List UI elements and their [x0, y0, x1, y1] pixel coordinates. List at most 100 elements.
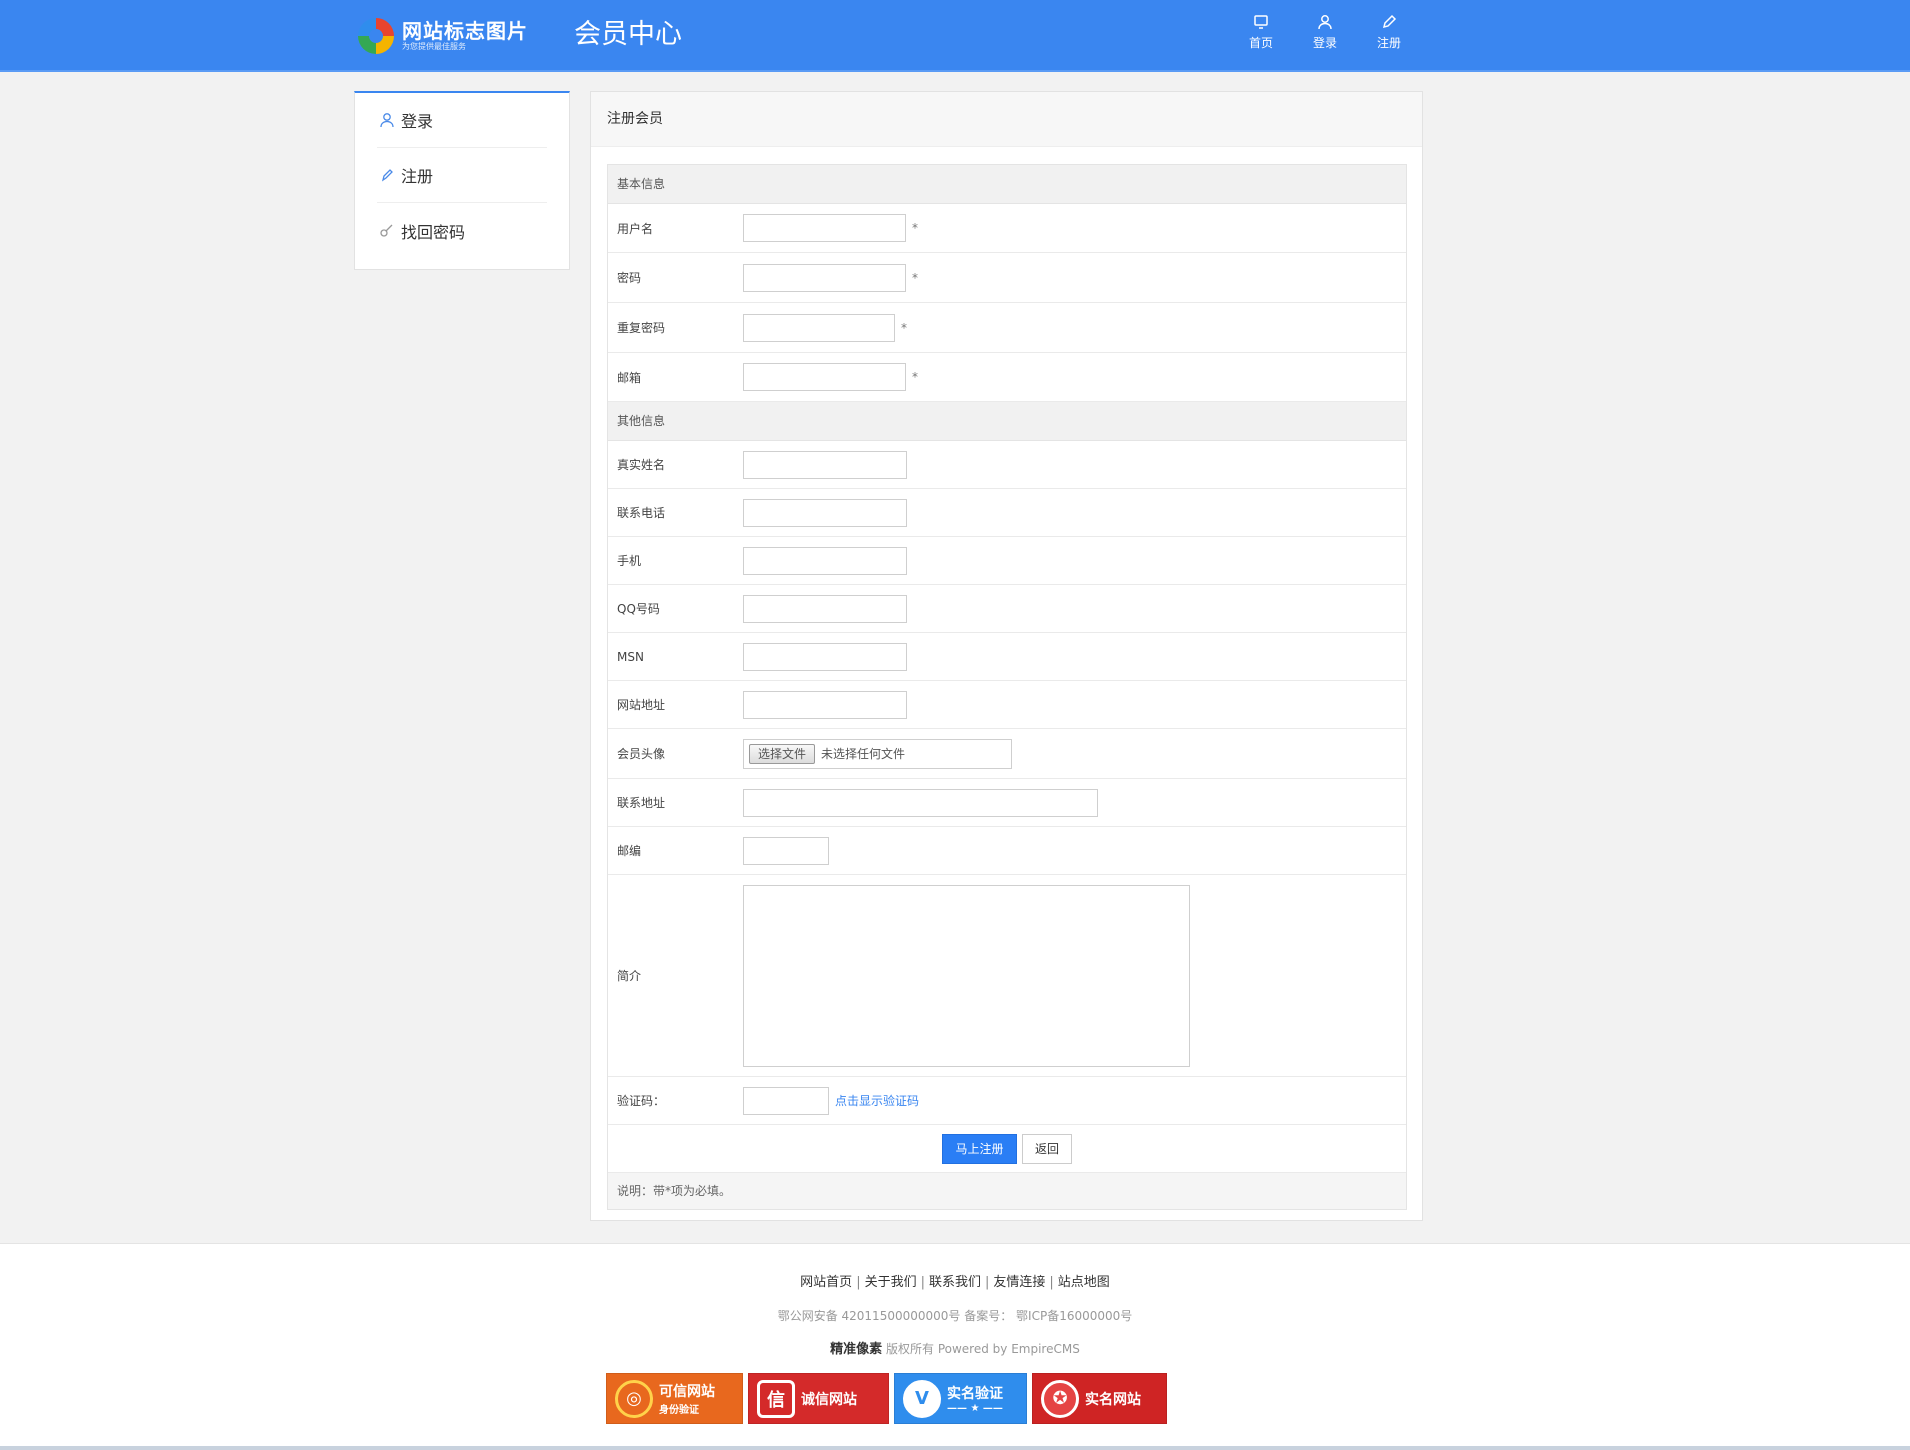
key-icon — [380, 224, 393, 237]
register-submit-button[interactable]: 马上注册 — [942, 1133, 1017, 1164]
show-captcha-link[interactable]: 点击显示验证码 — [835, 1092, 919, 1109]
footer-link-sitemap[interactable]: 站点地图 — [1058, 1275, 1110, 1290]
badge-real-name-verified[interactable]: V 实名验证 —— ★ —— — [894, 1373, 1027, 1424]
footer-icp: 鄂公网安备 42011500000000号 备案号： 鄂ICP备16000000… — [777, 1309, 1133, 1323]
footer: 网站首页 | 关于我们 | 联系我们 | 友情连接 | 站点地图 鄂公网安备 420115000… — [0, 1243, 1910, 1450]
logo-mark-icon — [358, 18, 394, 54]
field-label: 会员头像 — [617, 747, 666, 761]
field-label: 简介 — [617, 969, 642, 983]
phone-input[interactable] — [743, 498, 907, 527]
panel-title: 注册会员 — [591, 92, 1422, 147]
user-icon — [380, 113, 394, 128]
choose-file-button[interactable]: 选择文件 — [749, 743, 816, 764]
form-note: 说明：带*项为必填。 — [608, 1173, 1406, 1209]
username-input[interactable] — [743, 214, 906, 242]
badge-integrity-site[interactable]: 信 诚信网站 — [748, 1373, 889, 1424]
file-status: 未选择任何文件 — [821, 747, 906, 761]
repeat-password-input[interactable] — [743, 313, 895, 342]
field-label: 联系电话 — [617, 506, 666, 520]
topnav-home-label: 首页 — [1249, 36, 1274, 50]
pencil-icon — [1382, 14, 1397, 29]
field-label: 密码 — [617, 271, 642, 285]
address-input[interactable] — [743, 788, 1098, 817]
back-button[interactable]: 返回 — [1022, 1133, 1072, 1164]
avatar-file-input[interactable]: 选择文件 未选择任何文件 — [743, 738, 1012, 769]
mobile-input[interactable] — [743, 546, 907, 575]
field-label: 重复密码 — [617, 321, 666, 335]
field-label: 联系地址 — [617, 796, 666, 810]
field-label: MSN — [617, 649, 644, 664]
page-bottom-border — [0, 1446, 1910, 1450]
form-row-zip: 邮编 — [608, 827, 1406, 875]
password-input[interactable] — [743, 263, 906, 292]
badge-trusted-site[interactable]: ◎ 可信网站 身份验证 — [606, 1373, 743, 1424]
field-label: 用户名 — [617, 221, 654, 236]
field-label: 手机 — [617, 554, 642, 568]
required-mark: * — [912, 270, 918, 285]
trust-badges: ◎ 可信网站 身份验证 信 诚信网站 V 实名验证 —— ★ —— ✪ 实名网站 — [606, 1373, 1167, 1424]
sidebar-item-recover-password[interactable]: 找回密码 — [377, 203, 547, 258]
site-logo[interactable]: 网站标志图片 为您提供最佳服务 — [358, 14, 528, 58]
intro-textarea[interactable] — [743, 884, 1190, 1067]
topnav-login[interactable]: 登录 — [1313, 14, 1337, 51]
sidebar-item-register[interactable]: 注册 — [377, 148, 547, 203]
certified-seal-icon: ✪ — [1041, 1379, 1079, 1418]
form-row-password: 密码 * — [608, 253, 1406, 303]
badge-real-name-site[interactable]: ✪ 实名网站 — [1032, 1373, 1167, 1424]
form-row-qq: QQ号码 — [608, 585, 1406, 633]
topnav-home[interactable]: 首页 — [1249, 14, 1273, 51]
form-row-website: 网站地址 — [608, 681, 1406, 729]
footer-copyright-text: 版权所有 Powered by EmpireCMS — [886, 1342, 1080, 1356]
pencil-icon — [381, 169, 393, 182]
footer-links: 网站首页 | 关于我们 | 联系我们 | 友情连接 | 站点地图 — [800, 1275, 1110, 1290]
email-input[interactable] — [743, 363, 906, 391]
captcha-input[interactable] — [743, 1086, 829, 1115]
credit-seal-icon: 信 — [757, 1379, 795, 1418]
required-mark: * — [912, 221, 918, 235]
topnav-login-label: 登录 — [1313, 36, 1338, 50]
footer-link-friends[interactable]: 友情连接 — [993, 1275, 1045, 1290]
monitor-icon — [1254, 15, 1268, 29]
sidebar-item-label: 注册 — [401, 167, 434, 186]
msn-input[interactable] — [743, 642, 907, 671]
form-row-msn: MSN — [608, 633, 1406, 681]
required-mark: * — [901, 320, 907, 335]
sidebar: 登录 注册 找回密码 — [354, 91, 570, 270]
seal-icon: ◎ — [615, 1379, 653, 1418]
page-title: 会员中心 — [574, 19, 682, 50]
logo-title: 网站标志图片 — [402, 19, 528, 43]
footer-link-contact[interactable]: 联系我们 — [929, 1275, 981, 1290]
footer-link-home[interactable]: 网站首页 — [800, 1275, 852, 1290]
qq-input[interactable] — [743, 594, 907, 623]
form-row-intro: 简介 — [608, 875, 1406, 1077]
topnav-register[interactable]: 注册 — [1377, 14, 1401, 51]
form-row-real-name: 真实姓名 — [608, 441, 1406, 489]
form-row-username: 用户名 * — [608, 204, 1406, 253]
form-row-phone: 联系电话 — [608, 489, 1406, 537]
form-row-captcha: 验证码： 点击显示验证码 — [608, 1077, 1406, 1125]
field-label: 邮编 — [617, 844, 642, 858]
field-label: QQ号码 — [617, 602, 660, 616]
footer-copyright: 精准像素 版权所有 Powered by EmpireCMS — [0, 1338, 1910, 1357]
footer-brand: 精准像素 — [830, 1342, 883, 1357]
real-name-input[interactable] — [743, 450, 907, 479]
user-icon — [1318, 15, 1332, 30]
verified-v-icon: V — [903, 1379, 941, 1418]
zip-input[interactable] — [743, 836, 829, 865]
footer-link-about[interactable]: 关于我们 — [865, 1275, 917, 1290]
form-row-repeat-password: 重复密码 * — [608, 303, 1406, 353]
field-label: 真实姓名 — [617, 458, 666, 472]
form-row-email: 邮箱 * — [608, 353, 1406, 402]
topnav-register-label: 注册 — [1377, 36, 1402, 50]
required-mark: * — [912, 370, 918, 384]
form-actions: 马上注册 返回 — [608, 1125, 1406, 1173]
sidebar-item-label: 登录 — [401, 112, 434, 131]
field-label: 网站地址 — [617, 698, 666, 712]
field-label: 邮箱 — [617, 370, 642, 385]
website-input[interactable] — [743, 690, 907, 719]
sidebar-item-login[interactable]: 登录 — [377, 93, 547, 148]
sidebar-item-label: 找回密码 — [401, 222, 466, 242]
register-panel: 注册会员 基本信息 用户名 * 密码 * 重复密码 * 邮箱 * 其他信息 真实… — [590, 91, 1423, 1221]
form-row-avatar: 会员头像 选择文件 未选择任何文件 — [608, 729, 1406, 779]
form-row-address: 联系地址 — [608, 779, 1406, 827]
